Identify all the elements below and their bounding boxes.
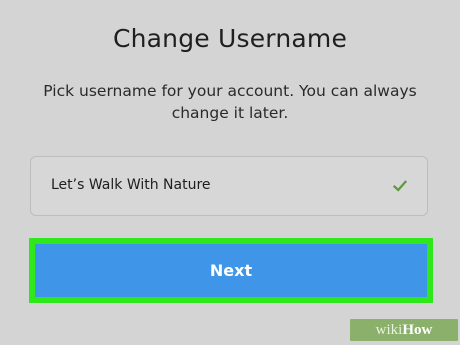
username-value[interactable]: Let’s Walk With Nature bbox=[51, 177, 211, 193]
next-button-highlight: Next bbox=[29, 238, 433, 303]
page-title: Change Username bbox=[112, 24, 348, 53]
next-button[interactable]: Next bbox=[35, 244, 427, 297]
username-field[interactable]: Let’s Walk With Nature bbox=[30, 156, 428, 216]
watermark-suffix: How bbox=[402, 322, 433, 338]
watermark-prefix: wiki bbox=[375, 322, 403, 338]
wikihow-watermark: wikiHow bbox=[350, 319, 458, 341]
page-description: Pick username for your account. You can … bbox=[43, 82, 417, 122]
check-icon bbox=[393, 180, 407, 192]
